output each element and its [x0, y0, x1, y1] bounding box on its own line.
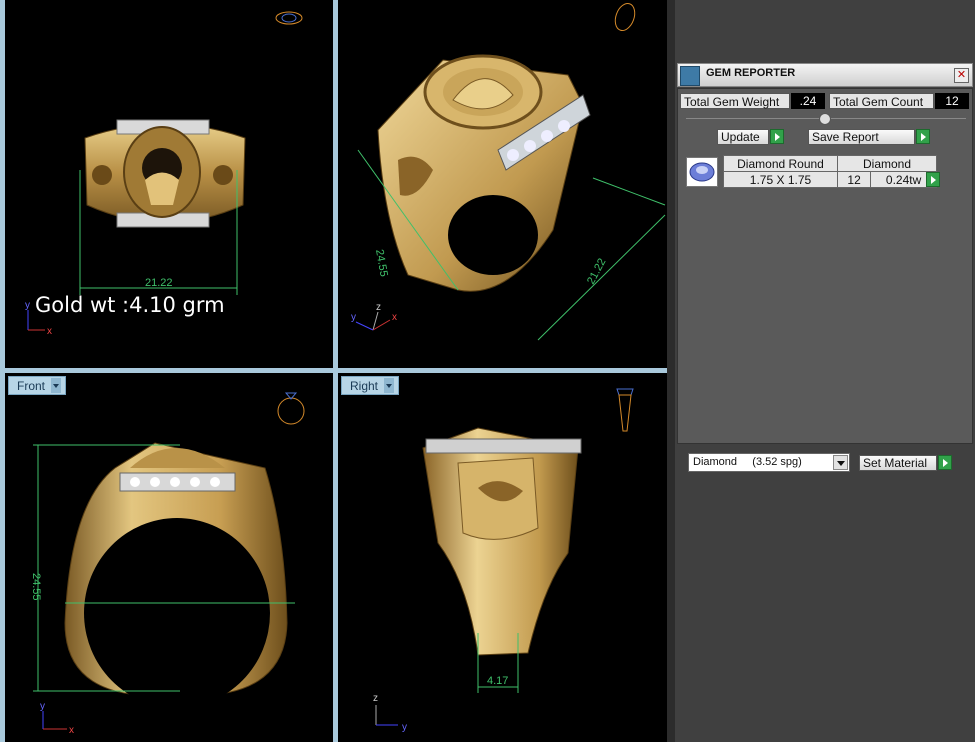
table-row[interactable]: 1.75 X 1.75 12 0.24tw: [723, 171, 937, 188]
close-icon[interactable]: ✕: [954, 68, 969, 83]
svg-text:z: z: [373, 693, 378, 704]
chevron-down-icon[interactable]: [51, 378, 62, 393]
gem-reporter-titlebar[interactable]: GEM REPORTER ✕: [677, 63, 973, 87]
update-button[interactable]: Update: [717, 129, 769, 145]
view-cube-icon: [275, 11, 303, 25]
collapse-icon[interactable]: [819, 113, 831, 125]
svg-text:x: x: [69, 725, 74, 736]
viewport-label-front[interactable]: Front: [8, 376, 67, 395]
dim-width-top: 21.22: [145, 277, 173, 289]
gem-name: Diamond Round: [723, 155, 838, 172]
view-cube-icon: [614, 2, 636, 32]
ring-right-view: 4.17 z y: [373, 388, 634, 733]
gem-size: 1.75 X 1.75: [723, 171, 838, 188]
dim-height-persp: 24.55: [373, 248, 390, 277]
total-gem-count-label: Total Gem Count: [829, 93, 934, 109]
svg-text:y: y: [25, 300, 30, 311]
total-gem-count-value: 12: [935, 93, 969, 109]
diamond-icon: [689, 162, 715, 182]
diamond-thumbnail[interactable]: [686, 157, 718, 187]
viewport-divider: [667, 0, 675, 742]
viewport-right[interactable]: 4.17 z y Right: [338, 373, 667, 742]
gem-material: Diamond: [837, 155, 937, 172]
total-gem-weight-value: .24: [791, 93, 825, 109]
gem-reporter-icon: [680, 66, 700, 86]
gem-row-go-icon[interactable]: [926, 172, 940, 187]
svg-text:x: x: [47, 326, 52, 337]
svg-text:y: y: [351, 312, 356, 323]
gem-table: Diamond Round Diamond 1.75 X 1.75 12 0.2…: [723, 155, 937, 188]
chevron-down-icon[interactable]: [833, 455, 848, 470]
update-go-icon[interactable]: [770, 129, 784, 144]
viewport-top[interactable]: 21.22 y x Gold wt :4.10 grm: [5, 0, 333, 368]
chevron-down-icon[interactable]: [384, 378, 395, 393]
gem-reporter-title: GEM REPORTER: [706, 67, 796, 79]
viewport-divider: [333, 0, 338, 742]
viewport-label-right[interactable]: Right: [341, 376, 400, 395]
dim-height-front: 24.55: [30, 573, 42, 601]
ring-perspective-view: 24.55 21.22 z x y: [351, 2, 666, 341]
svg-text:x: x: [392, 312, 397, 323]
table-row[interactable]: Diamond Round Diamond: [723, 155, 937, 172]
material-select[interactable]: Diamond (3.52 spg): [688, 453, 850, 472]
svg-text:y: y: [40, 701, 45, 712]
dim-width-right: 4.17: [487, 675, 508, 687]
view-cube-icon: [277, 392, 305, 425]
save-report-go-icon[interactable]: [916, 129, 930, 144]
save-report-button[interactable]: Save Report: [808, 129, 915, 145]
gold-weight-label: Gold wt :4.10 grm: [35, 293, 225, 317]
dim-width-persp: 21.22: [585, 256, 609, 286]
ring-front-view: 24.55 y x: [30, 392, 305, 736]
gem-count: 12: [836, 171, 872, 188]
svg-text:y: y: [402, 722, 407, 733]
viewport-divider: [0, 0, 5, 742]
viewport-perspective[interactable]: 24.55 21.22 z x y: [338, 0, 667, 368]
set-material-button[interactable]: Set Material: [859, 455, 937, 471]
viewport-front[interactable]: 24.55 y x Front: [5, 373, 333, 742]
set-material-go-icon[interactable]: [938, 455, 952, 470]
svg-text:z: z: [376, 302, 381, 313]
view-cube-icon: [616, 388, 634, 432]
total-gem-weight-label: Total Gem Weight: [680, 93, 790, 109]
